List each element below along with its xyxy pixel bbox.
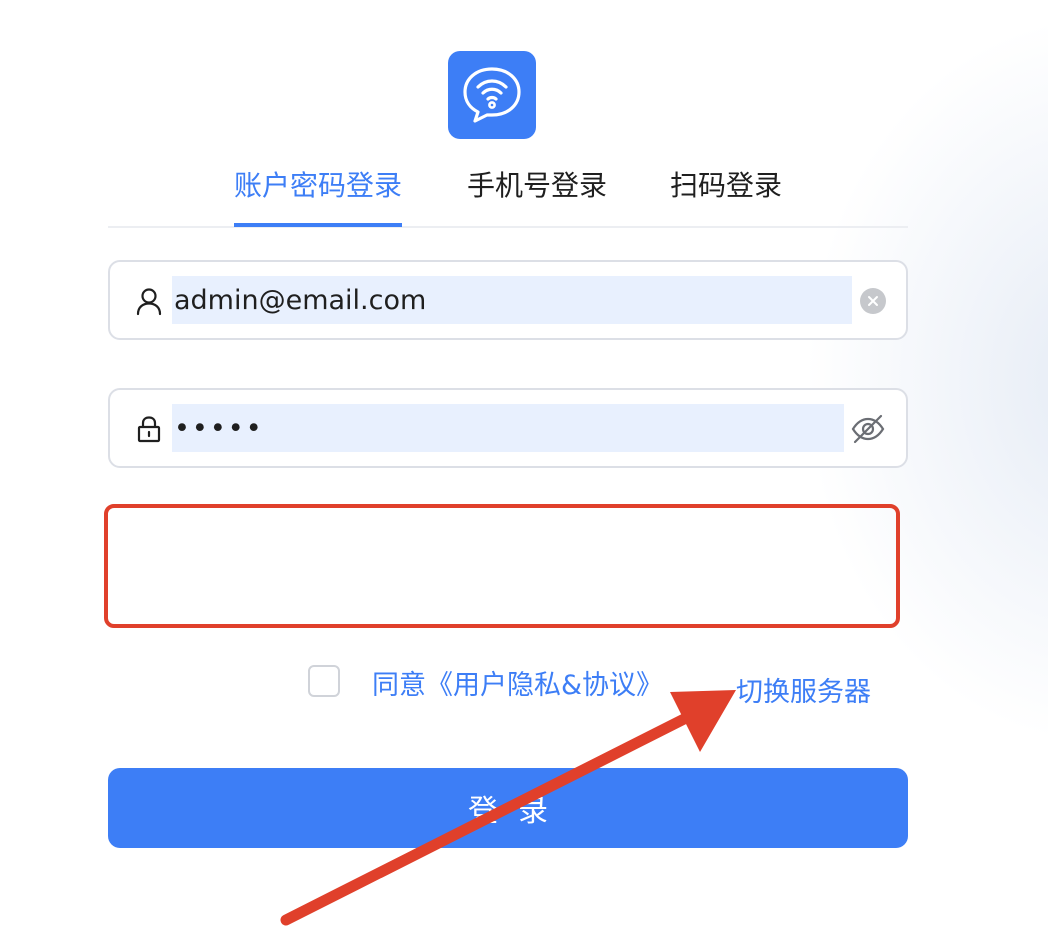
- eye-off-icon[interactable]: [850, 412, 886, 446]
- password-input[interactable]: [174, 412, 844, 444]
- username-field: [108, 260, 908, 340]
- agreement-checkbox[interactable]: [308, 665, 340, 697]
- tab-phone[interactable]: 手机号登录: [467, 164, 607, 204]
- tab-account-password[interactable]: 账户密码登录: [234, 164, 402, 204]
- password-field: [108, 388, 908, 468]
- login-tabs: 账户密码登录 手机号登录 扫码登录: [108, 160, 908, 228]
- username-autofill-bg: [172, 276, 852, 324]
- user-icon: [136, 288, 162, 316]
- login-button[interactable]: 登录: [108, 768, 908, 848]
- username-input[interactable]: [174, 284, 852, 316]
- clear-icon[interactable]: [860, 288, 886, 314]
- password-autofill-bg: [172, 404, 844, 452]
- highlighted-empty-area: [104, 504, 900, 628]
- agreement-link[interactable]: 同意《用户隐私&协议》: [372, 663, 663, 702]
- switch-server-link[interactable]: 切换服务器: [736, 670, 871, 709]
- app-logo-icon: [448, 51, 536, 139]
- tab-qrcode[interactable]: 扫码登录: [670, 164, 782, 204]
- lock-icon: [137, 416, 161, 443]
- active-tab-indicator: [234, 223, 402, 227]
